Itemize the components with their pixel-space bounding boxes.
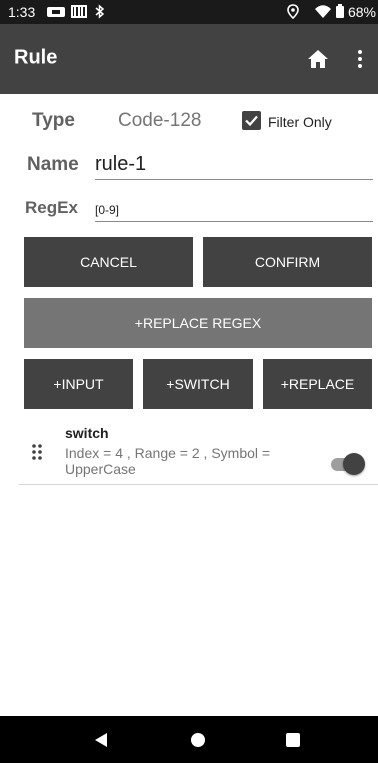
more-vert-icon[interactable]: [354, 47, 366, 71]
filter-only-label: Filter Only: [268, 114, 332, 130]
bluetooth-icon: [95, 4, 105, 19]
status-bar: 1:33 68%: [0, 0, 378, 24]
recents-icon[interactable]: [286, 733, 300, 747]
wifi-icon: [315, 5, 331, 18]
filter-only-checkbox[interactable]: [242, 111, 261, 130]
toggle-knob: [343, 453, 365, 475]
cancel-button[interactable]: CANCEL: [24, 237, 193, 287]
drag-handle-icon[interactable]: [31, 443, 43, 461]
name-label: Name: [27, 154, 79, 175]
rule-enabled-toggle[interactable]: [329, 453, 365, 475]
list-item[interactable]: switch Index = 4 , Range = 2 , Symbol = …: [19, 418, 378, 485]
home-nav-icon[interactable]: [191, 733, 205, 747]
barcode-icon: [71, 5, 87, 18]
battery-icon: [336, 4, 344, 18]
app-bar: Rule: [0, 24, 378, 94]
rule-item-title: switch: [65, 425, 109, 441]
confirm-button[interactable]: CONFIRM: [203, 237, 372, 287]
status-time: 1:33: [8, 4, 36, 20]
navigation-bar: [0, 716, 378, 763]
add-input-button[interactable]: +INPUT: [24, 359, 133, 409]
type-value: Code-128: [118, 110, 202, 131]
add-switch-button[interactable]: +SWITCH: [143, 359, 253, 409]
rule-item-description: Index = 4 , Range = 2 , Symbol = UpperCa…: [65, 445, 271, 477]
name-input[interactable]: [95, 150, 373, 180]
notification-card-icon: [47, 7, 65, 17]
regex-input[interactable]: [95, 198, 373, 222]
battery-percent: 68%: [347, 4, 376, 20]
back-icon[interactable]: [94, 732, 108, 748]
home-icon[interactable]: [306, 47, 330, 71]
page-title: Rule: [14, 46, 58, 69]
type-label: Type: [32, 110, 75, 131]
replace-regex-button[interactable]: +REPLACE REGEX: [24, 298, 372, 348]
checkmark-icon: [245, 115, 258, 127]
add-replace-button[interactable]: +REPLACE: [263, 359, 372, 409]
location-icon: [287, 4, 299, 19]
regex-label: RegEx: [25, 198, 78, 217]
